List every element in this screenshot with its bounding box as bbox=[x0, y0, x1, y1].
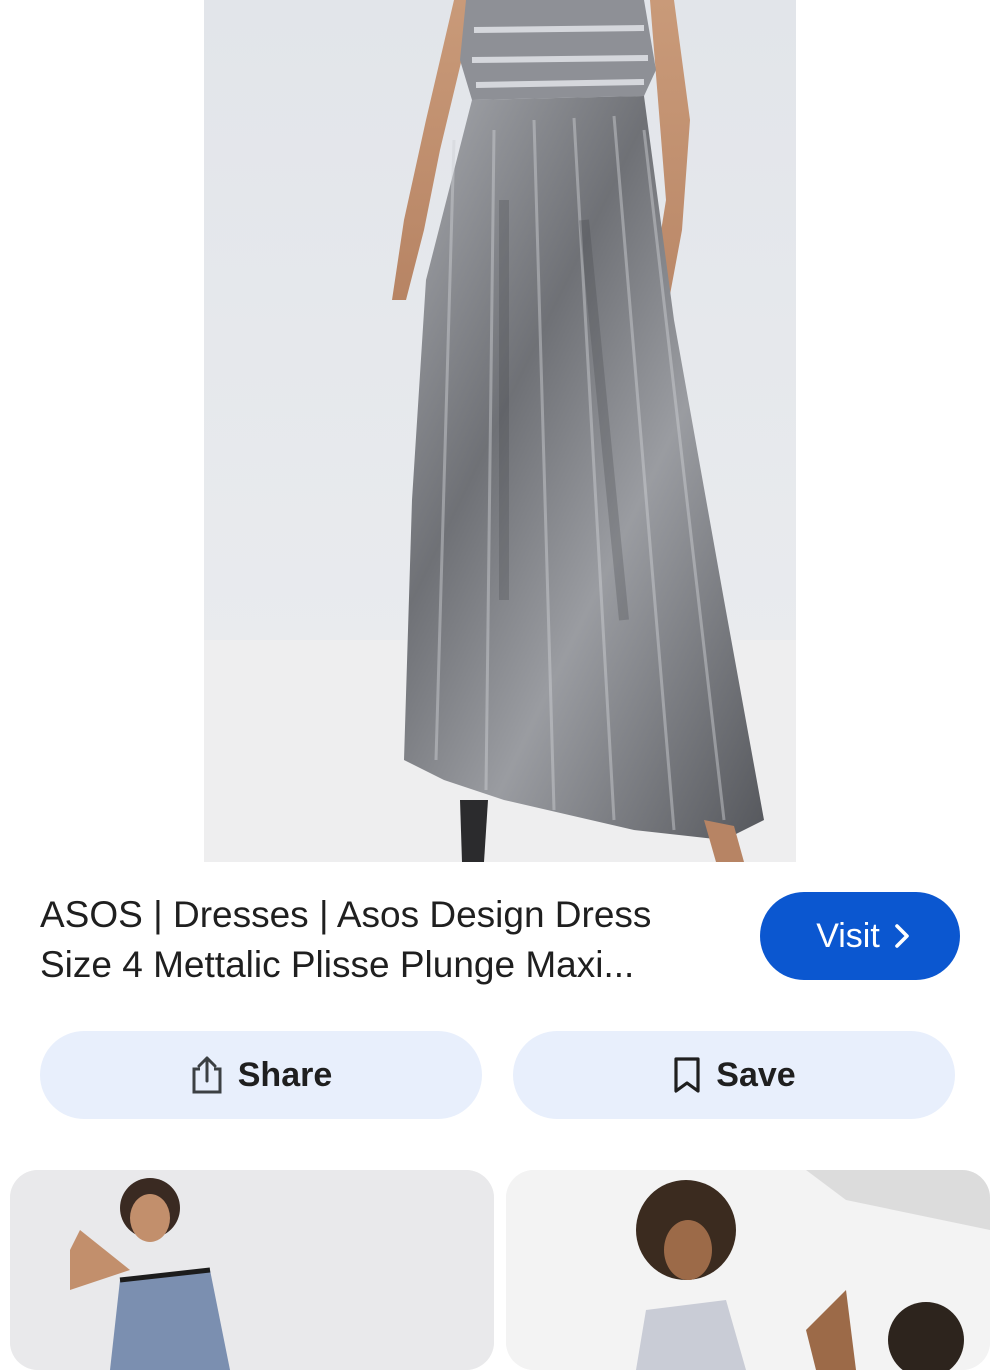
related-result-image[interactable] bbox=[10, 1170, 494, 1370]
bookmark-icon bbox=[672, 1056, 702, 1094]
visit-button[interactable]: Visit bbox=[760, 892, 960, 980]
main-product-image[interactable] bbox=[204, 0, 796, 862]
chevron-right-icon bbox=[892, 923, 912, 949]
share-button[interactable]: Share bbox=[40, 1031, 482, 1119]
share-icon bbox=[190, 1055, 224, 1095]
result-title[interactable]: ASOS | Dresses | Asos Design Dress Size … bbox=[40, 890, 720, 990]
related-result-image[interactable] bbox=[506, 1170, 990, 1370]
share-label: Share bbox=[237, 1055, 333, 1094]
visit-label: Visit bbox=[816, 916, 880, 955]
save-label: Save bbox=[716, 1055, 796, 1094]
save-button[interactable]: Save bbox=[513, 1031, 955, 1119]
